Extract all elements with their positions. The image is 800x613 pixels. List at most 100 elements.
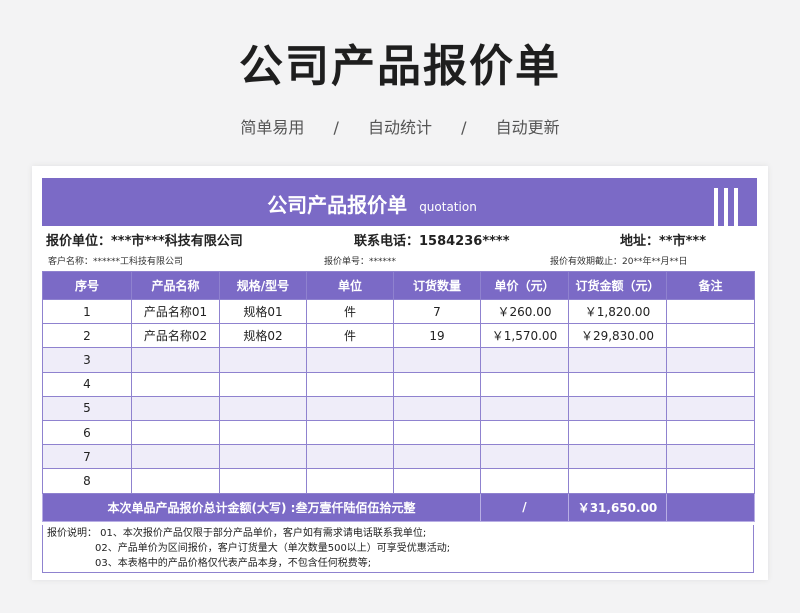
table-cell[interactable]	[306, 371, 394, 397]
tag-separator: /	[461, 118, 467, 137]
table-header-row: 序号 产品名称 规格/型号 单位 订货数量 单价（元） 订货金额（元） 备注	[42, 271, 755, 300]
table-cell[interactable]	[306, 419, 394, 446]
table-cell[interactable]	[131, 395, 220, 421]
banner-subtitle: quotation	[419, 199, 477, 214]
table-cell[interactable]: ￥1,570.00	[480, 323, 569, 349]
table-cell[interactable]	[306, 468, 394, 494]
table-cell[interactable]: 件	[306, 298, 394, 325]
table-cell[interactable]	[568, 468, 667, 494]
note-line: 报价说明： 01、本次报价产品仅限于部分产品单价，客户如有需求请电话联系我单位;	[47, 528, 427, 539]
note-line: 02、产品单价为区间报价，客户订货量大（单次数量500以上）可享受优惠活动;	[95, 543, 451, 554]
table-cell[interactable]	[131, 419, 220, 446]
table-row: 5	[42, 395, 755, 421]
table-cell[interactable]	[306, 395, 394, 421]
address-field: 地址：**市***	[620, 234, 706, 249]
decorative-stripe	[714, 188, 718, 226]
table-cell[interactable]	[219, 419, 307, 446]
table-cell[interactable]	[219, 468, 307, 494]
table-cell[interactable]	[219, 395, 307, 421]
table-row: 4	[42, 371, 755, 397]
table-cell[interactable]: 产品名称01	[131, 298, 220, 325]
table-cell[interactable]: 6	[42, 419, 132, 446]
table-cell[interactable]	[480, 444, 569, 470]
table-cell[interactable]: 规格01	[219, 298, 307, 325]
table-cell[interactable]: 5	[42, 395, 132, 421]
table-row: 2 产品名称02 规格02 件 19 ￥1,570.00 ￥29,830.00	[42, 323, 755, 349]
table-cell[interactable]	[131, 444, 220, 470]
table-cell[interactable]	[480, 371, 569, 397]
table-cell[interactable]	[480, 468, 569, 494]
total-label: 本次单品产品报价总计金额(大写) :叁万壹仟陆佰伍拾元整	[42, 492, 481, 522]
table-cell[interactable]	[131, 371, 220, 397]
table-cell[interactable]	[568, 444, 667, 470]
tag-auto-update: 自动更新	[495, 118, 560, 137]
banner-title-text: 公司产品报价单	[267, 193, 408, 217]
table-cell[interactable]	[393, 468, 481, 494]
table-cell[interactable]: 7	[42, 444, 132, 470]
table-cell[interactable]	[480, 347, 569, 373]
table-cell[interactable]	[666, 323, 755, 349]
table-cell[interactable]	[666, 468, 755, 494]
table-cell[interactable]: 1	[42, 298, 132, 325]
table-cell[interactable]	[666, 347, 755, 373]
table-cell[interactable]: 规格02	[219, 323, 307, 349]
company-field: 报价单位：***市***科技有限公司	[46, 234, 243, 249]
table-cell[interactable]: 8	[42, 468, 132, 494]
total-row: 本次单品产品报价总计金额(大写) :叁万壹仟陆佰伍拾元整 / ￥31,650.0…	[42, 492, 755, 522]
table-cell[interactable]	[666, 298, 755, 325]
table-cell[interactable]	[568, 419, 667, 446]
table-row: 8	[42, 468, 755, 494]
table-cell[interactable]	[666, 371, 755, 397]
decorative-stripe	[724, 188, 728, 226]
sheet-banner: 公司产品报价单 quotation	[42, 178, 757, 226]
total-mid: /	[480, 492, 569, 522]
table-cell[interactable]	[393, 347, 481, 373]
table-cell[interactable]: ￥1,820.00	[568, 298, 667, 325]
table-cell[interactable]: 3	[42, 347, 132, 373]
table-cell[interactable]	[480, 395, 569, 421]
customer-field: 客户名称：******工科技有限公司	[48, 257, 184, 267]
table-cell[interactable]	[393, 419, 481, 446]
table-cell[interactable]: 4	[42, 371, 132, 397]
table-cell[interactable]	[666, 395, 755, 421]
table-cell[interactable]: 2	[42, 323, 132, 349]
table-cell[interactable]: 件	[306, 323, 394, 349]
table-cell[interactable]: 19	[393, 323, 481, 349]
table-cell[interactable]	[568, 371, 667, 397]
table-cell[interactable]	[219, 371, 307, 397]
table-cell[interactable]	[306, 444, 394, 470]
table-cell[interactable]: 7	[393, 298, 481, 325]
table-cell[interactable]	[666, 444, 755, 470]
feature-tags: 简单易用 / 自动统计 / 自动更新	[0, 114, 800, 138]
info-row-secondary: 客户名称：******工科技有限公司 报价单号：****** 报价有效期截止：2…	[48, 254, 760, 268]
table-cell[interactable]	[393, 395, 481, 421]
note-line: 03、本表格中的产品价格仅代表产品本身，不包含任何税费等;	[95, 558, 372, 569]
quotation-sheet: 公司产品报价单 quotation 报价单位：***市***科技有限公司 联系电话…	[32, 166, 768, 580]
phone-field: 联系电话：1584236****	[354, 234, 510, 249]
total-amount: ￥31,650.00	[568, 492, 667, 522]
col-header-qty: 订货数量	[393, 271, 481, 300]
table-cell[interactable]	[393, 444, 481, 470]
tag-separator: /	[333, 118, 339, 137]
banner-title: 公司产品报价单 quotation	[42, 189, 702, 218]
col-header-amount: 订货金额（元）	[568, 271, 667, 300]
table-cell[interactable]: 产品名称02	[131, 323, 220, 349]
table-cell[interactable]	[131, 468, 220, 494]
table-cell[interactable]	[666, 419, 755, 446]
table-cell[interactable]	[306, 347, 394, 373]
notes-section: 报价说明： 01、本次报价产品仅限于部分产品单价，客户如有需求请电话联系我单位;…	[42, 525, 754, 573]
table-cell[interactable]	[219, 444, 307, 470]
table-cell[interactable]: ￥29,830.00	[568, 323, 667, 349]
valid-until-field: 报价有效期截止：20**年**月**日	[550, 257, 688, 267]
page-title: 公司产品报价单	[239, 41, 561, 92]
table-cell[interactable]	[568, 347, 667, 373]
table-cell[interactable]	[131, 347, 220, 373]
table-cell[interactable]	[568, 395, 667, 421]
table-cell[interactable]: ￥260.00	[480, 298, 569, 325]
col-header-spec: 规格/型号	[219, 271, 307, 300]
table-cell[interactable]	[393, 371, 481, 397]
quote-number-field: 报价单号：******	[324, 257, 397, 267]
quotation-table: 序号 产品名称 规格/型号 单位 订货数量 单价（元） 订货金额（元） 备注 1…	[42, 271, 755, 522]
table-cell[interactable]	[480, 419, 569, 446]
table-cell[interactable]	[219, 347, 307, 373]
